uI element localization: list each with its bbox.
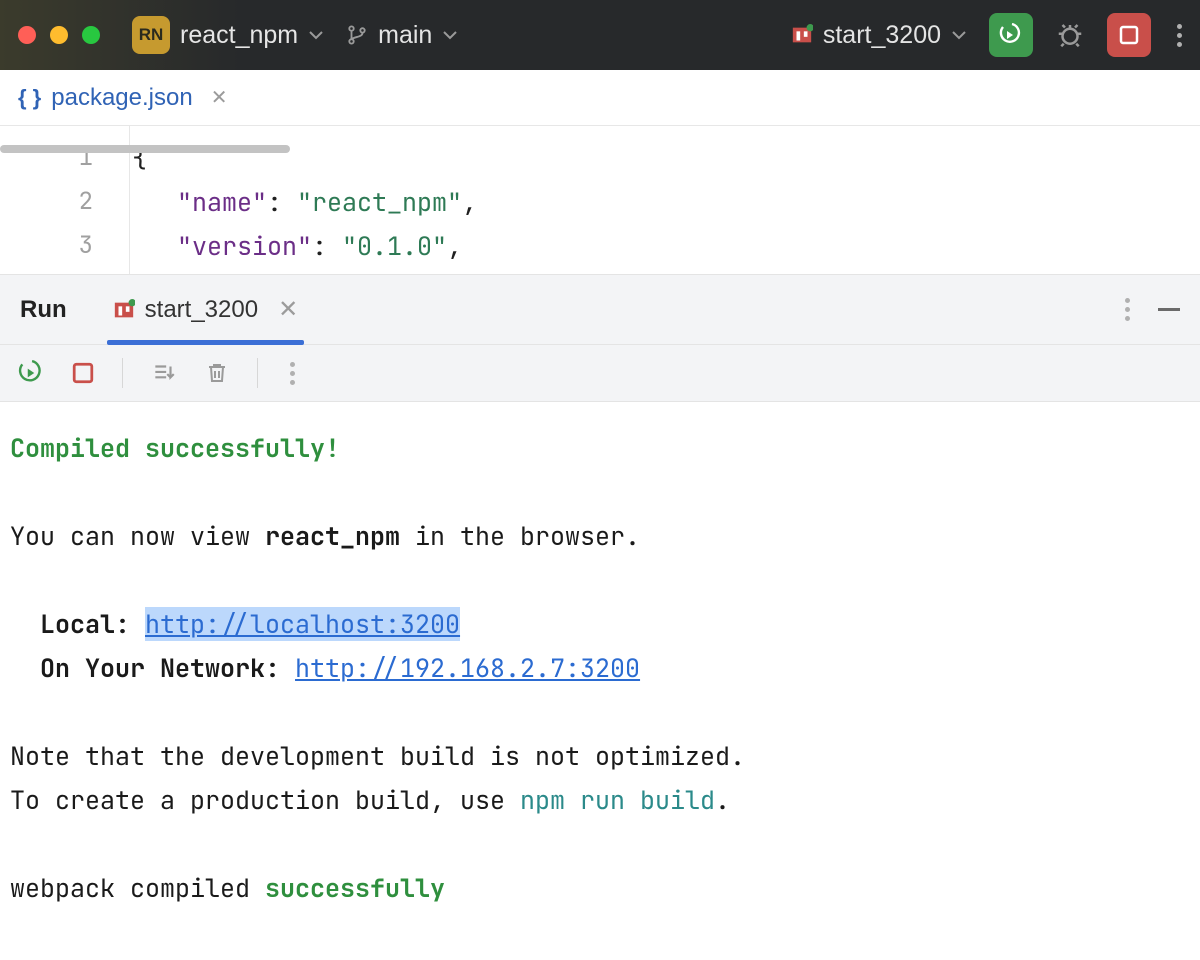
network-url-link[interactable]: http://192.168.2.7:3200 [295,651,640,685]
console-line: To create a production build, use npm ru… [10,778,1190,822]
npm-icon [113,299,135,321]
code-token: : [312,229,342,263]
project-name: react_npm [180,21,298,50]
stop-button[interactable] [1107,13,1151,57]
rerun-icon[interactable] [18,360,44,386]
run-config-name: start_3200 [823,21,941,50]
chevron-down-icon [442,27,458,43]
console-line: Note that the development build is not o… [10,734,1190,778]
stop-small-icon[interactable] [72,362,94,384]
tab-scroll-indicator [0,145,290,153]
console-output[interactable]: Compiled successfully! You can now view … [0,402,1200,934]
run-toolbar-more-icon[interactable] [290,362,295,385]
run-config-selector[interactable]: start_3200 [791,21,967,50]
more-menu-icon[interactable] [1177,24,1182,47]
console-line: Compiled successfully! [10,431,340,465]
close-window-button[interactable] [18,26,36,44]
run-tab-label: start_3200 [145,296,258,324]
project-badge: RN [132,16,170,54]
run-button[interactable] [989,13,1033,57]
run-more-menu-icon[interactable] [1125,298,1130,321]
minimize-window-button[interactable] [50,26,68,44]
close-tab-icon[interactable]: ✕ [211,85,228,110]
code-token: "react_npm" [297,185,462,219]
json-file-icon: { } [18,85,41,111]
line-number: 1 [0,136,93,180]
chevron-down-icon [951,27,967,43]
code-token: "name" [177,185,267,219]
chevron-down-icon [308,27,324,43]
code-token: , [447,229,462,263]
scroll-to-end-icon[interactable] [151,360,177,386]
line-number: 3 [0,224,93,268]
toolbar-divider [257,358,258,388]
titlebar: RN react_npm main start_3200 [0,0,1200,70]
close-run-tab-icon[interactable]: ✕ [278,295,298,324]
code-token: , [462,185,477,219]
code-token: : [267,185,297,219]
code-token: "version" [177,229,312,263]
project-selector[interactable]: RN react_npm [132,16,324,54]
tab-filename: package.json [51,84,192,112]
hide-panel-icon[interactable] [1158,308,1180,311]
debug-icon[interactable] [1055,20,1085,50]
console-line: You can now view react_npm in the browse… [10,514,1190,558]
trash-icon[interactable] [205,361,229,385]
local-url-link[interactable]: http://localhost:3200 [145,607,460,641]
toolbar-divider [122,358,123,388]
branch-selector[interactable]: main [346,21,458,50]
window-controls [18,26,100,44]
run-panel-title: Run [20,296,67,324]
run-panel-tab[interactable]: start_3200 ✕ [107,275,305,344]
console-line: Local: http://localhost:3200 [10,602,1190,646]
branch-icon [346,24,368,46]
zoom-window-button[interactable] [82,26,100,44]
code-token: "0.1.0" [342,229,447,263]
branch-name: main [378,21,432,50]
run-panel-header: Run start_3200 ✕ [0,274,1200,344]
console-line: On Your Network: http://192.168.2.7:3200 [10,646,1190,690]
editor-tabbar: { } package.json ✕ [0,70,1200,126]
npm-icon [791,24,813,46]
console-line: webpack compiled successfully [10,866,1190,910]
run-toolbar [0,344,1200,402]
line-number: 2 [0,180,93,224]
editor-tab[interactable]: { } package.json ✕ [18,84,227,112]
